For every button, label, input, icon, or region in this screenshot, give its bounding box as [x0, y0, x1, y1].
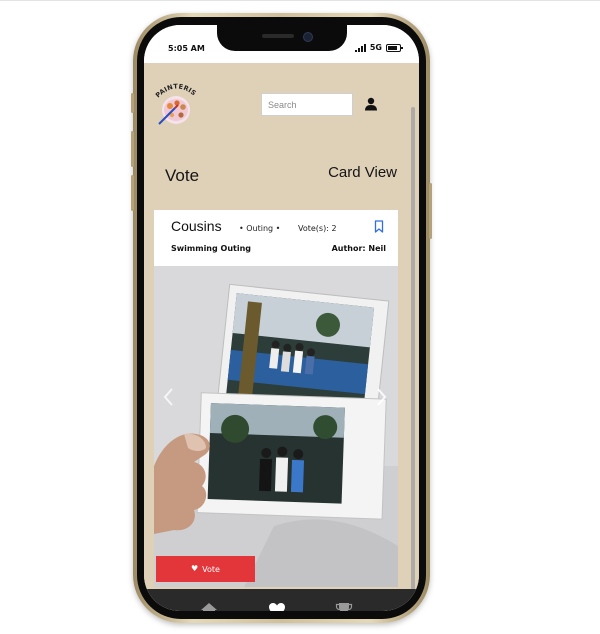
card-subtitle: Swimming Outing [171, 244, 251, 253]
user-icon[interactable] [364, 97, 378, 111]
bottom-nav [144, 589, 419, 611]
heart-icon: ♥ [191, 564, 199, 573]
vote-button-label: Vote [202, 564, 220, 574]
notch [217, 25, 347, 51]
bookmark-icon[interactable] [374, 220, 384, 233]
status-indicators: 5G [354, 43, 403, 52]
card-author: Author: Neil [331, 244, 386, 253]
status-time: 5:05 AM [168, 44, 205, 53]
card-header: Cousins • Outing • Vote(s): 2 Swimming O… [154, 210, 398, 266]
scrollbar[interactable] [411, 107, 415, 607]
volume-up-button [131, 131, 134, 167]
phone-screen: 5:05 AM 5G PAINTERIS Search Vote Card Vi… [144, 25, 419, 611]
heart-icon[interactable] [268, 602, 286, 611]
chevron-left-icon[interactable] [162, 385, 176, 409]
volume-down-button [131, 175, 134, 211]
phone-body: 5:05 AM 5G PAINTERIS Search Vote Card Vi… [137, 17, 426, 619]
top-divider [0, 0, 600, 1]
card-photo [154, 266, 398, 587]
speaker-grille [262, 34, 294, 38]
network-label: 5G [369, 43, 382, 52]
vote-count: Vote(s): 2 [298, 224, 337, 233]
chevron-right-icon[interactable] [374, 385, 388, 409]
page-title: Vote [165, 166, 200, 185]
front-camera [303, 32, 313, 42]
battery-icon [386, 43, 403, 52]
phone-frame: 5:05 AM 5G PAINTERIS Search Vote Card Vi… [131, 13, 432, 623]
search-input[interactable] [261, 93, 353, 116]
home-icon[interactable] [200, 602, 218, 611]
card-category: • Outing • [239, 224, 281, 233]
painterist-logo[interactable]: PAINTERIST [154, 78, 198, 126]
signal-icon [354, 43, 366, 52]
trophy-icon[interactable] [335, 602, 353, 611]
vote-button[interactable]: ♥ Vote [156, 556, 255, 582]
app-content: PAINTERIST Vote [144, 63, 419, 611]
card-title: Cousins [171, 218, 222, 234]
silent-switch [131, 93, 134, 113]
card-view-toggle[interactable]: Card View [328, 164, 397, 181]
vote-card: Cousins • Outing • Vote(s): 2 Swimming O… [154, 210, 398, 587]
power-button [429, 183, 432, 239]
